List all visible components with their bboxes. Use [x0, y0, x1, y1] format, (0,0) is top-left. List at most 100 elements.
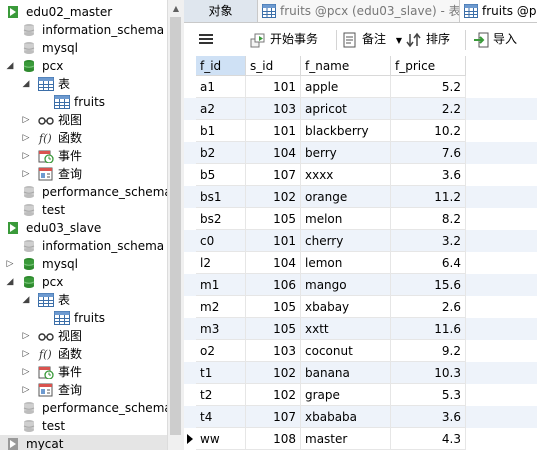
table-cell[interactable]: cherry — [301, 230, 391, 252]
table-cell[interactable]: 106 — [246, 274, 301, 296]
tree-node[interactable]: information_schema — [0, 237, 167, 255]
table-cell[interactable]: 11.6 — [391, 318, 466, 340]
table-cell[interactable]: o2 — [196, 340, 246, 362]
collapse-arrow-icon[interactable]: ▷ — [4, 255, 16, 273]
table-cell[interactable]: 104 — [246, 142, 301, 164]
table-cell[interactable]: 6.4 — [391, 252, 466, 274]
table-cell[interactable]: apple — [301, 76, 391, 98]
table-cell[interactable]: ww — [196, 428, 246, 450]
table-cell[interactable]: coconut — [301, 340, 391, 362]
tab-fruits-edu03-slave[interactable]: fruits @pcx (edu03_slave) - 表 — [258, 0, 460, 22]
table-row[interactable]: m3 105 xxtt 11.6 — [184, 318, 537, 340]
tree-node[interactable]: fruits — [0, 93, 167, 111]
collapse-arrow-icon[interactable]: ▷ — [20, 345, 32, 363]
table-cell[interactable]: 4.3 — [391, 428, 466, 450]
expand-arrow-icon[interactable]: ◢ — [4, 273, 16, 291]
column-header[interactable]: f_id — [196, 56, 246, 76]
table-cell[interactable]: 7.6 — [391, 142, 466, 164]
column-header[interactable]: f_name — [301, 56, 391, 76]
table-cell[interactable]: t1 — [196, 362, 246, 384]
table-cell[interactable]: m2 — [196, 296, 246, 318]
table-cell[interactable]: 9.2 — [391, 340, 466, 362]
table-cell[interactable]: xbababa — [301, 406, 391, 428]
table-row[interactable]: a1 101 apple 5.2 — [184, 76, 537, 98]
table-cell[interactable]: 103 — [246, 340, 301, 362]
table-cell[interactable]: xxtt — [301, 318, 391, 340]
tree-node[interactable]: ▷ 查询 — [0, 381, 167, 399]
tab-fruits-second[interactable]: fruits @pc — [460, 0, 537, 22]
tree-node[interactable]: ▷ 查询 — [0, 165, 167, 183]
table-cell[interactable]: 8.2 — [391, 208, 466, 230]
tree-node[interactable]: ◢ 表 — [0, 75, 167, 93]
table-cell[interactable]: blackberry — [301, 120, 391, 142]
table-row[interactable]: m2 105 xbabay 2.6 — [184, 296, 537, 318]
table-cell[interactable]: 105 — [246, 296, 301, 318]
tree-node[interactable]: ▷ 事件 — [0, 147, 167, 165]
collapse-arrow-icon[interactable]: ▷ — [20, 165, 32, 183]
table-cell[interactable]: 2.2 — [391, 98, 466, 120]
table-row[interactable]: b5 107 xxxx 3.6 — [184, 164, 537, 186]
table-row[interactable]: ww 108 master 4.3 — [184, 428, 537, 450]
menu-button[interactable] — [198, 23, 218, 56]
table-cell[interactable]: orange — [301, 186, 391, 208]
tree-node[interactable]: edu02_master — [0, 3, 167, 21]
table-row[interactable]: t1 102 banana 10.3 — [184, 362, 537, 384]
tree-node[interactable]: ▷ 视图 — [0, 327, 167, 345]
table-cell[interactable]: 107 — [246, 164, 301, 186]
tree-node[interactable]: ▷ f() 函数 — [0, 345, 167, 363]
table-cell[interactable]: 102 — [246, 362, 301, 384]
table-cell[interactable]: 107 — [246, 406, 301, 428]
table-cell[interactable]: 5.2 — [391, 76, 466, 98]
table-cell[interactable]: a1 — [196, 76, 246, 98]
table-row[interactable]: o2 103 coconut 9.2 — [184, 340, 537, 362]
collapse-arrow-icon[interactable]: ▷ — [20, 147, 32, 165]
table-row[interactable]: bs2 105 melon 8.2 — [184, 208, 537, 230]
scroll-up-arrow[interactable]: ▲ — [168, 0, 184, 17]
table-cell[interactable]: 3.6 — [391, 406, 466, 428]
table-cell[interactable]: xbabay — [301, 296, 391, 318]
table-cell[interactable]: 2.6 — [391, 296, 466, 318]
table-cell[interactable]: 105 — [246, 208, 301, 230]
table-cell[interactable]: a2 — [196, 98, 246, 120]
table-cell[interactable]: 102 — [246, 384, 301, 406]
scroll-thumb[interactable] — [170, 17, 181, 435]
table-cell[interactable]: b2 — [196, 142, 246, 164]
tree-node[interactable]: ◢ pcx — [0, 273, 167, 291]
table-row[interactable]: m1 106 mango 15.6 — [184, 274, 537, 296]
table-cell[interactable]: m1 — [196, 274, 246, 296]
table-cell[interactable]: 105 — [246, 318, 301, 340]
begin-transaction-button[interactable]: 开始事务 — [250, 23, 350, 56]
column-header[interactable]: s_id — [246, 56, 301, 76]
table-cell[interactable]: mango — [301, 274, 391, 296]
table-cell[interactable]: l2 — [196, 252, 246, 274]
table-cell[interactable]: 5.3 — [391, 384, 466, 406]
table-cell[interactable]: bs1 — [196, 186, 246, 208]
tree-node[interactable]: performance_schema — [0, 183, 167, 201]
tree-node[interactable]: performance_schema — [0, 399, 167, 417]
tree-node[interactable]: ▷ 事件 — [0, 363, 167, 381]
table-row[interactable]: l2 104 lemon 6.4 — [184, 252, 537, 274]
table-cell[interactable]: 108 — [246, 428, 301, 450]
table-cell[interactable]: 101 — [246, 120, 301, 142]
table-cell[interactable]: 101 — [246, 76, 301, 98]
table-cell[interactable]: melon — [301, 208, 391, 230]
collapse-arrow-icon[interactable]: ▷ — [20, 111, 32, 129]
table-cell[interactable]: m3 — [196, 318, 246, 340]
table-cell[interactable]: bs2 — [196, 208, 246, 230]
tree-node[interactable]: ◢ pcx — [0, 57, 167, 75]
collapse-arrow-icon[interactable]: ▷ — [20, 129, 32, 147]
expand-arrow-icon[interactable]: ◢ — [4, 57, 16, 75]
table-cell[interactable]: t2 — [196, 384, 246, 406]
sort-button[interactable]: 排序 — [406, 23, 478, 56]
table-cell[interactable]: 3.6 — [391, 164, 466, 186]
expand-arrow-icon[interactable]: ◢ — [20, 75, 32, 93]
table-cell[interactable]: 10.2 — [391, 120, 466, 142]
table-cell[interactable]: 102 — [246, 186, 301, 208]
collapse-arrow-icon[interactable]: ▷ — [20, 363, 32, 381]
table-cell[interactable]: apricot — [301, 98, 391, 120]
tree-node[interactable]: mycat — [0, 435, 167, 450]
table-cell[interactable]: 104 — [246, 252, 301, 274]
tree-node[interactable]: ▷ mysql — [0, 255, 167, 273]
tree-node[interactable]: information_schema — [0, 21, 167, 39]
collapse-arrow-icon[interactable]: ▷ — [20, 381, 32, 399]
